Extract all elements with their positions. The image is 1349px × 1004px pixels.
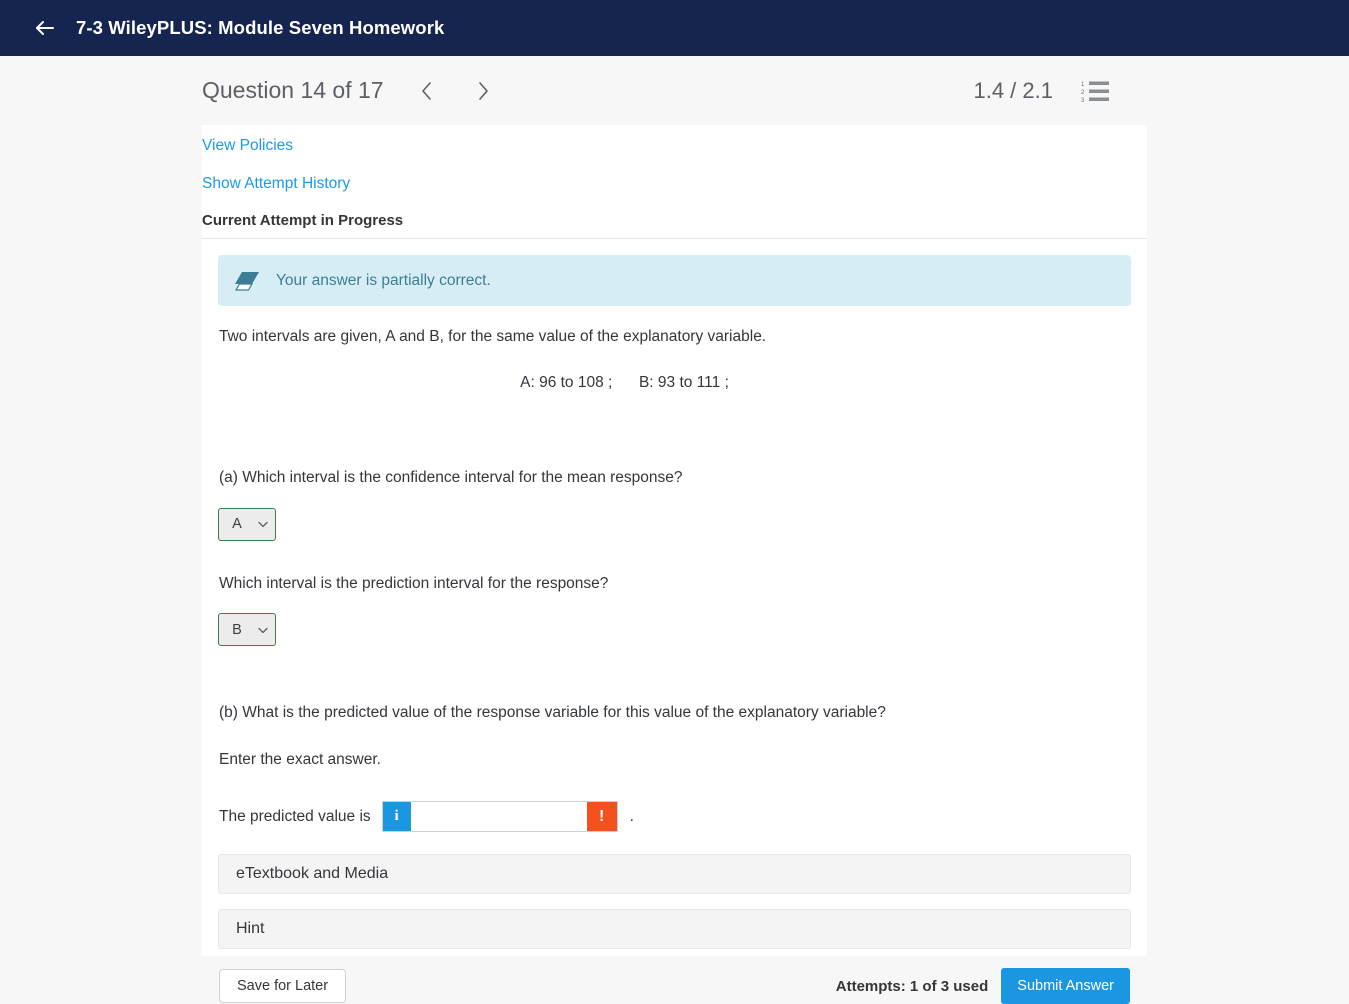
svg-text:3: 3 xyxy=(1081,98,1085,103)
chevron-down-icon xyxy=(257,518,269,530)
etextbook-and-media-accordion[interactable]: eTextbook and Media xyxy=(218,854,1131,894)
question-panel: View Policies Show Attempt History Curre… xyxy=(202,125,1147,956)
info-icon[interactable]: i xyxy=(383,802,411,831)
submit-answer-button[interactable]: Submit Answer xyxy=(1001,968,1130,1004)
attempt-status-label: Current Attempt in Progress xyxy=(202,213,1147,228)
answer-field-group: i ! xyxy=(382,801,618,832)
chevron-down-icon xyxy=(257,624,269,636)
panel-header: View Policies Show Attempt History Curre… xyxy=(202,125,1147,239)
interval-b: B: 93 to 111 ; xyxy=(639,374,729,391)
question-toolbar: Question 14 of 17 1.4 / 2.1 1 2 3 xyxy=(0,56,1349,125)
confidence-interval-select[interactable]: A xyxy=(218,508,276,541)
feedback-banner: Your answer is partially correct. xyxy=(218,255,1131,306)
hint-accordion[interactable]: Hint xyxy=(218,909,1131,949)
question-toolbar-right: 1.4 / 2.1 1 2 3 xyxy=(973,78,1317,104)
interval-a: A: 96 to 108 ; xyxy=(520,374,612,391)
feedback-message: Your answer is partially correct. xyxy=(276,272,491,290)
attempts-counter: Attempts: 1 of 3 used xyxy=(836,978,989,995)
next-question-icon[interactable] xyxy=(466,74,500,108)
answer-period: . xyxy=(630,808,634,826)
confidence-interval-value: A xyxy=(219,516,257,532)
eraser-icon xyxy=(234,271,260,291)
error-icon[interactable]: ! xyxy=(587,802,617,831)
predicted-value-input[interactable] xyxy=(411,802,587,831)
question-navigation xyxy=(410,74,500,108)
prediction-interval-select[interactable]: B xyxy=(218,613,276,646)
question-counter: Question 14 of 17 xyxy=(202,77,384,104)
answer-row: The predicted value is i ! . xyxy=(218,801,1131,832)
question-intro: Two intervals are given, A and B, for th… xyxy=(218,326,1131,348)
action-footer: Save for Later Attempts: 1 of 3 used Sub… xyxy=(218,968,1131,1004)
score-display: 1.4 / 2.1 xyxy=(973,78,1053,104)
intervals-line: A: 96 to 108 ; B: 93 to 111 ; xyxy=(218,374,1131,392)
app-header: 7-3 WileyPLUS: Module Seven Homework xyxy=(0,0,1349,56)
prediction-interval-value: B xyxy=(219,622,257,638)
question-part-b: (b) What is the predicted value of the r… xyxy=(218,702,1131,724)
save-for-later-button[interactable]: Save for Later xyxy=(219,969,346,1003)
question-part-a2: Which interval is the prediction interva… xyxy=(218,573,1131,595)
numbered-list-icon[interactable]: 1 2 3 xyxy=(1081,79,1111,103)
svg-text:1: 1 xyxy=(1081,82,1085,88)
svg-text:2: 2 xyxy=(1081,90,1085,96)
show-attempt-history-link[interactable]: Show Attempt History xyxy=(202,176,350,192)
footer-right: Attempts: 1 of 3 used Submit Answer xyxy=(836,968,1130,1004)
answer-label: The predicted value is xyxy=(219,808,371,826)
back-arrow-icon[interactable] xyxy=(32,15,58,41)
page-title: 7-3 WileyPLUS: Module Seven Homework xyxy=(76,17,444,39)
question-part-b-note: Enter the exact answer. xyxy=(218,749,1131,771)
view-policies-link[interactable]: View Policies xyxy=(202,138,293,154)
question-part-a: (a) Which interval is the confidence int… xyxy=(218,467,1131,489)
panel-body: Your answer is partially correct. Two in… xyxy=(202,239,1147,1004)
previous-question-icon[interactable] xyxy=(410,74,444,108)
